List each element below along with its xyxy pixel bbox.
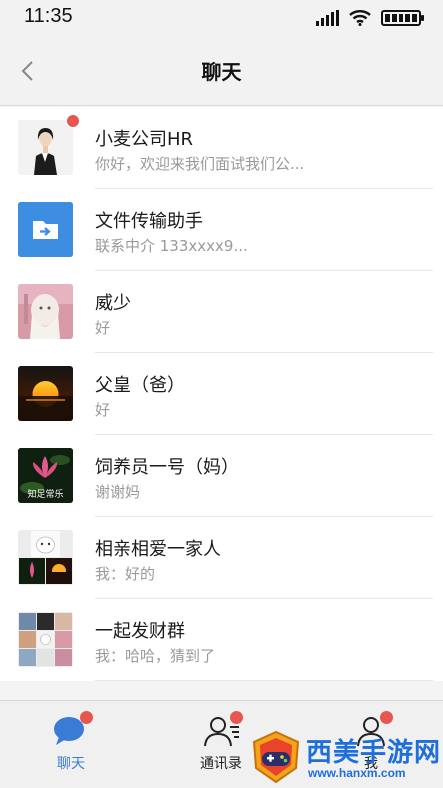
gamepad-logo-icon xyxy=(252,730,300,784)
chat-row-weishao[interactable]: 威少 好 xyxy=(0,271,443,353)
tab-badge-dot xyxy=(80,711,93,724)
chat-preview: 你好，欢迎来我们面试我们公... xyxy=(95,155,305,173)
avatar xyxy=(18,120,73,175)
chat-preview: 我：哈哈，猜到了 xyxy=(95,647,216,665)
group-avatar xyxy=(18,530,73,585)
chat-name: 文件传输助手 xyxy=(95,211,203,232)
tab-label: 聊天 xyxy=(57,756,85,772)
status-bar: 11:35 xyxy=(0,0,443,36)
battery-icon xyxy=(381,10,424,26)
tab-badge-dot xyxy=(380,711,393,724)
page-title: 聊天 xyxy=(201,60,242,84)
chat-row-mother[interactable]: 知足常乐 饲养员一号（妈） 谢谢妈 xyxy=(0,435,443,517)
chat-name: 小麦公司HR xyxy=(95,129,194,150)
avatar-caption: 知足常乐 xyxy=(27,490,64,500)
chat-name: 一起发财群 xyxy=(95,621,185,642)
watermark-url: www.hanxm.com xyxy=(308,766,406,780)
chat-preview: 联系中介 133xxxx9... xyxy=(95,237,248,255)
chat-name: 威少 xyxy=(95,293,131,314)
unread-badge xyxy=(66,114,80,128)
chat-name: 父皇（爸） xyxy=(95,375,185,396)
status-time: 11:35 xyxy=(24,5,73,27)
tab-badge-dot xyxy=(230,711,243,724)
site-watermark: 西美手游网 www.hanxm.com xyxy=(250,728,443,788)
chat-name: 相亲相爱一家人 xyxy=(95,539,221,560)
chat-row-file-helper[interactable]: 文件传输助手 联系中介 133xxxx9... xyxy=(0,189,443,271)
avatar: 知足常乐 xyxy=(18,448,73,503)
chat-row-family-group[interactable]: 相亲相爱一家人 我：好的 xyxy=(0,517,443,599)
file-transfer-icon xyxy=(18,202,73,257)
chat-list: 小麦公司HR 你好，欢迎来我们面试我们公... 文件传输助手 联系中介 133x… xyxy=(0,107,443,681)
group-avatar xyxy=(18,612,73,667)
cellular-signal-icon xyxy=(316,10,339,26)
watermark-title: 西美手游网 xyxy=(306,738,442,768)
chat-preview: 我：好的 xyxy=(95,565,156,583)
chat-preview: 好 xyxy=(95,319,111,337)
chat-name: 饲养员一号（妈） xyxy=(95,457,239,478)
nav-bar: 聊天 xyxy=(0,36,443,106)
avatar xyxy=(18,284,73,339)
chat-preview: 谢谢妈 xyxy=(95,483,141,501)
chat-row-fortune-group[interactable]: 一起发财群 我：哈哈，猜到了 xyxy=(0,599,443,681)
wifi-icon xyxy=(349,10,371,26)
chat-row-hr[interactable]: 小麦公司HR 你好，欢迎来我们面试我们公... xyxy=(0,107,443,189)
tab-chats[interactable]: 聊天 xyxy=(26,711,116,781)
chat-row-father[interactable]: 父皇（爸） 好 xyxy=(0,353,443,435)
avatar xyxy=(18,366,73,421)
status-icons xyxy=(316,10,424,26)
chat-preview: 好 xyxy=(95,401,111,419)
